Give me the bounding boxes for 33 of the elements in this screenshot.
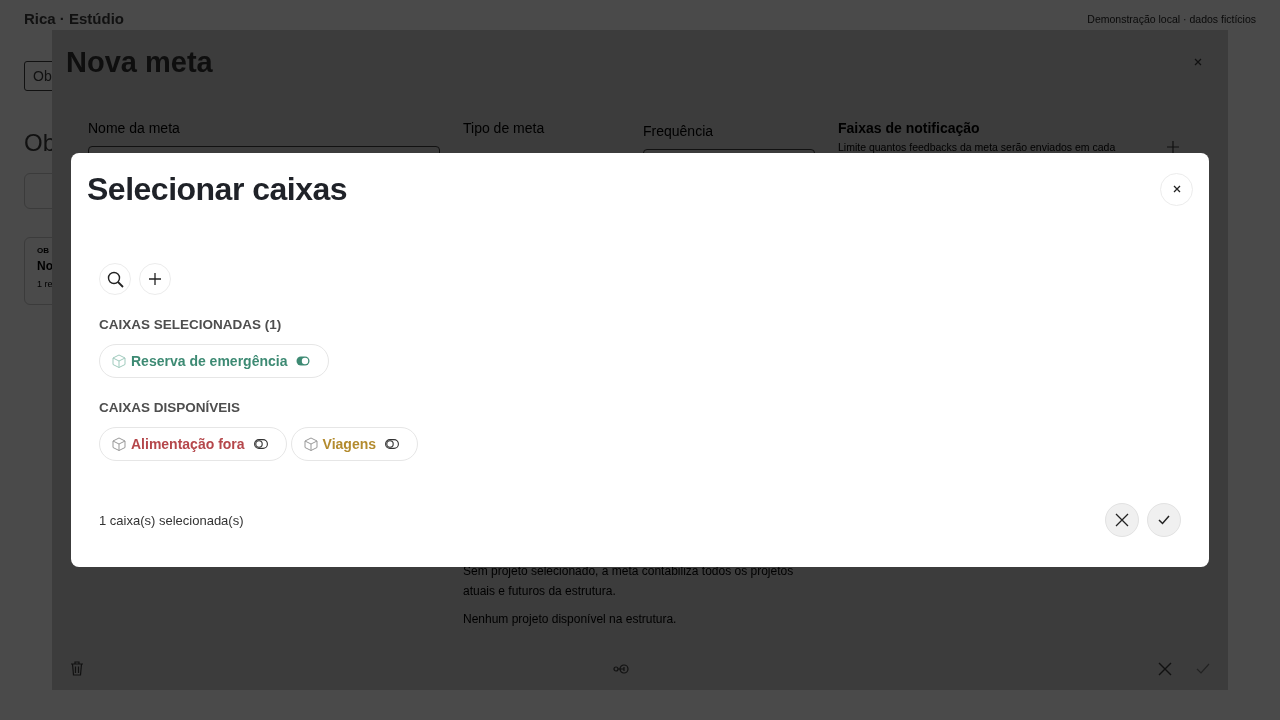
close-icon: [1115, 513, 1129, 527]
add-button[interactable]: [139, 263, 171, 295]
box-icon: [112, 437, 126, 451]
section-heading: CAIXAS SELECIONADAS (1): [99, 317, 282, 332]
section-heading: CAIXAS DISPONÍVEIS: [99, 400, 241, 415]
toggle-icon[interactable]: [253, 439, 268, 449]
box-chip[interactable]: Alimentação fora: [99, 427, 287, 461]
search-icon: [106, 270, 124, 288]
close-button[interactable]: [1160, 172, 1193, 206]
box-icon: [112, 354, 126, 368]
dialog-title: Selecionar caixas: [87, 170, 348, 208]
box-chip[interactable]: Reserva de emergência: [99, 344, 330, 378]
selection-count: 1 caixa(s) selecionada(s): [99, 512, 244, 528]
section-title: Faixas de notificação: [838, 120, 980, 136]
plus-icon: [148, 272, 162, 286]
cancel-button[interactable]: [1105, 503, 1139, 537]
check-icon[interactable]: [1196, 662, 1210, 675]
empty-message: Nenhum projeto disponível na estrutura.: [463, 611, 678, 628]
confirm-button[interactable]: [1147, 503, 1181, 537]
check-icon: [1158, 515, 1170, 525]
close-icon: [1172, 185, 1181, 193]
field-label: Frequência: [643, 123, 715, 139]
add-icon[interactable]: [1166, 140, 1180, 154]
demo-notice: Demonstração local · dados fictícios: [1087, 12, 1256, 25]
field-label: Tipo de meta: [463, 120, 546, 136]
brand-name: Rica · Estúdio: [24, 10, 124, 27]
box-icon: [303, 437, 318, 451]
toggle-icon[interactable]: [385, 439, 400, 449]
box-chip[interactable]: Viagens: [290, 427, 419, 461]
field-label: Nome da meta: [88, 120, 181, 136]
search-button[interactable]: [99, 263, 131, 295]
close-icon: [1194, 58, 1202, 66]
toggle-icon[interactable]: [296, 356, 311, 366]
